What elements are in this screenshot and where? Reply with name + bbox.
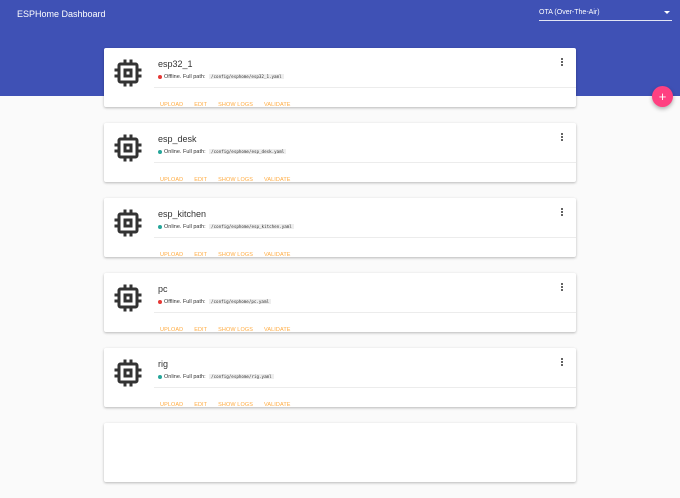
node-status-line: Offline. Full path: /config/esphome/esp3… <box>158 73 284 81</box>
chip-icon <box>114 284 142 312</box>
node-status: Online. <box>164 149 182 155</box>
card-divider <box>154 387 576 388</box>
edit-button[interactable]: EDIT <box>194 401 207 409</box>
card-actions: UPLOAD EDIT SHOW LOGS VALIDATE <box>160 318 302 333</box>
more-options-icon[interactable] <box>559 133 565 143</box>
card-divider <box>154 87 576 88</box>
path-label: Full path: <box>182 149 206 155</box>
node-status: Offline. <box>164 299 182 305</box>
status-dot <box>158 375 162 379</box>
edit-button[interactable]: EDIT <box>194 101 207 109</box>
upload-button[interactable]: UPLOAD <box>160 401 183 409</box>
edit-button[interactable]: EDIT <box>194 326 207 334</box>
validate-button[interactable]: VALIDATE <box>264 401 291 409</box>
node-card: esp_kitchen Online. Full path: /config/e… <box>104 198 576 258</box>
node-status-line: Online. Full path: /config/esphome/esp_k… <box>158 223 294 231</box>
card-divider <box>154 312 576 313</box>
node-path: /config/esphome/esp32_1.yaml <box>209 74 284 79</box>
card-actions: UPLOAD EDIT SHOW LOGS VALIDATE <box>160 393 302 408</box>
node-path: /config/esphome/esp_desk.yaml <box>209 149 287 154</box>
node-card: pc Offline. Full path: /config/esphome/p… <box>104 273 576 333</box>
status-dot <box>158 75 162 79</box>
upload-button[interactable]: UPLOAD <box>160 326 183 334</box>
upload-method-select[interactable]: OTA (Over-The-Air) <box>539 6 672 21</box>
chip-icon <box>114 134 142 162</box>
status-dot <box>158 225 162 229</box>
chip-icon <box>114 359 142 387</box>
edit-button[interactable]: EDIT <box>194 176 207 184</box>
node-name: pc <box>158 284 168 294</box>
node-status: Online. <box>164 374 182 380</box>
edit-button[interactable]: EDIT <box>194 251 207 259</box>
path-label: Full path: <box>182 224 206 230</box>
more-options-icon[interactable] <box>559 358 565 368</box>
path-label: Full path: <box>182 374 206 380</box>
node-card: esp32_1 Offline. Full path: /config/esph… <box>104 48 576 108</box>
path-label: Full path: <box>182 299 206 305</box>
chip-icon <box>114 59 142 87</box>
validate-button[interactable]: VALIDATE <box>264 101 291 109</box>
node-name: rig <box>158 359 169 369</box>
node-card: esp_desk Online. Full path: /config/esph… <box>104 123 576 183</box>
validate-button[interactable]: VALIDATE <box>264 251 291 259</box>
show-logs-button[interactable]: SHOW LOGS <box>218 401 253 409</box>
node-card-list: esp32_1 Offline. Full path: /config/esph… <box>104 48 576 498</box>
node-status: Online. <box>164 224 182 230</box>
upload-button[interactable]: UPLOAD <box>160 251 183 259</box>
validate-button[interactable]: VALIDATE <box>264 326 291 334</box>
more-options-icon[interactable] <box>559 208 565 218</box>
node-name: esp_kitchen <box>158 209 207 219</box>
node-name: esp32_1 <box>158 59 193 69</box>
chevron-down-icon <box>664 11 670 14</box>
node-status-line: Online. Full path: /config/esphome/rig.y… <box>158 373 274 381</box>
node-name: esp_desk <box>158 134 197 144</box>
upload-button[interactable]: UPLOAD <box>160 101 183 109</box>
node-path: /config/esphome/esp_kitchen.yaml <box>209 224 294 229</box>
show-logs-button[interactable]: SHOW LOGS <box>218 251 253 259</box>
app-title: ESPHome Dashboard <box>17 9 106 19</box>
add-node-button[interactable]: + <box>652 86 673 107</box>
chip-icon <box>114 209 142 237</box>
more-options-icon[interactable] <box>559 283 565 293</box>
upload-method-value: OTA (Over-The-Air) <box>539 9 600 16</box>
node-status-line: Offline. Full path: /config/esphome/pc.y… <box>158 298 272 306</box>
node-path: /config/esphome/rig.yaml <box>209 374 274 379</box>
show-logs-button[interactable]: SHOW LOGS <box>218 101 253 109</box>
card-actions: UPLOAD EDIT SHOW LOGS VALIDATE <box>160 243 302 258</box>
card-actions: UPLOAD EDIT SHOW LOGS VALIDATE <box>160 168 302 183</box>
card-actions: UPLOAD EDIT SHOW LOGS VALIDATE <box>160 93 302 108</box>
path-label: Full path: <box>182 74 206 80</box>
show-logs-button[interactable]: SHOW LOGS <box>218 176 253 184</box>
status-dot <box>158 300 162 304</box>
upload-button[interactable]: UPLOAD <box>160 176 183 184</box>
node-card: rig Online. Full path: /config/esphome/r… <box>104 348 576 408</box>
node-path: /config/esphome/pc.yaml <box>209 299 272 304</box>
node-status: Offline. <box>164 74 182 80</box>
show-logs-button[interactable]: SHOW LOGS <box>218 326 253 334</box>
node-card-partial <box>104 423 576 482</box>
status-dot <box>158 150 162 154</box>
node-status-line: Online. Full path: /config/esphome/esp_d… <box>158 148 287 156</box>
validate-button[interactable]: VALIDATE <box>264 176 291 184</box>
card-divider <box>154 237 576 238</box>
card-divider <box>154 162 576 163</box>
more-options-icon[interactable] <box>559 58 565 68</box>
